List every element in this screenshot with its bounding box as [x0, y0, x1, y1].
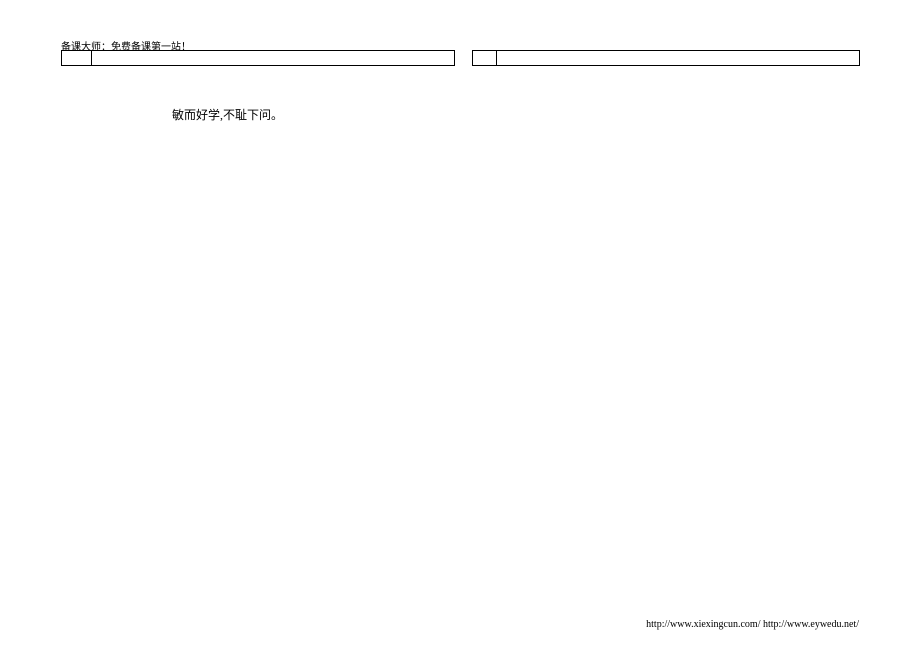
header-boxes	[61, 50, 860, 66]
box-group-left	[61, 50, 455, 66]
box-group-right	[472, 50, 860, 66]
box-large-right	[497, 51, 859, 65]
box-small-left	[62, 51, 92, 65]
box-large-left	[92, 51, 454, 65]
footer-urls: http://www.xiexingcun.com/ http://www.ey…	[646, 619, 859, 630]
box-gap	[455, 50, 472, 66]
box-small-right	[473, 51, 497, 65]
main-quote: 敏而好学,不耻下问。	[172, 106, 283, 123]
